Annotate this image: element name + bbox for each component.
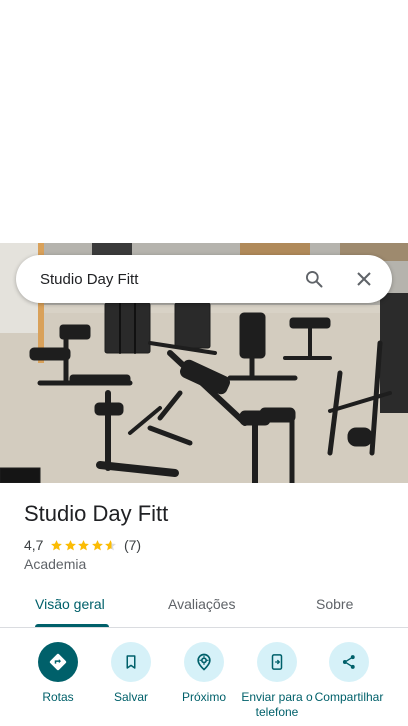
directions-label: Rotas — [42, 690, 74, 704]
place-category: Academia — [24, 556, 87, 572]
directions-button[interactable]: Rotas — [18, 642, 98, 705]
tab-about[interactable]: Sobre — [316, 596, 353, 612]
search-icon[interactable] — [302, 267, 326, 291]
save-label: Salvar — [113, 690, 148, 704]
tab-bar: Visão geral Avaliações Sobre — [0, 590, 408, 628]
star-rating — [50, 539, 118, 552]
tab-overview[interactable]: Visão geral — [35, 596, 105, 612]
send-to-phone-icon — [271, 654, 283, 670]
share-button[interactable]: Compartilhar — [309, 642, 389, 705]
active-tab-indicator — [35, 624, 109, 627]
bookmark-icon — [126, 655, 136, 669]
nearby-icon — [197, 653, 211, 671]
place-screen: Studio Day Fitt Studio Day Fitt 4,7 (7) … — [0, 0, 408, 726]
nearby-button[interactable]: Próximo — [164, 642, 244, 705]
directions-icon — [49, 653, 67, 671]
place-title: Studio Day Fitt — [24, 501, 169, 526]
close-icon[interactable] — [352, 267, 376, 291]
share-label: Compartilhar — [314, 690, 384, 704]
search-bar[interactable]: Studio Day Fitt — [16, 255, 392, 303]
action-bar: Rotas Salvar Próximo Enviar para o telef… — [0, 642, 408, 726]
star-half-icon — [105, 539, 117, 550]
save-button[interactable]: Salvar — [91, 642, 171, 705]
send-to-phone-button[interactable]: Enviar para o telefone — [237, 642, 317, 718]
review-count[interactable]: (7) — [124, 537, 141, 553]
star-icon — [92, 539, 103, 550]
tab-reviews[interactable]: Avaliações — [168, 596, 235, 612]
send-to-phone-label: Enviar para o telefone — [241, 690, 313, 718]
rating-value: 4,7 — [24, 537, 44, 553]
star-icon — [65, 539, 76, 550]
star-icon — [51, 539, 63, 550]
share-icon — [342, 655, 355, 669]
nearby-label: Próximo — [181, 690, 226, 704]
search-query-text[interactable]: Studio Day Fitt — [40, 271, 302, 288]
star-icon — [78, 539, 90, 550]
rating-row[interactable]: 4,7 (7) — [24, 536, 141, 554]
